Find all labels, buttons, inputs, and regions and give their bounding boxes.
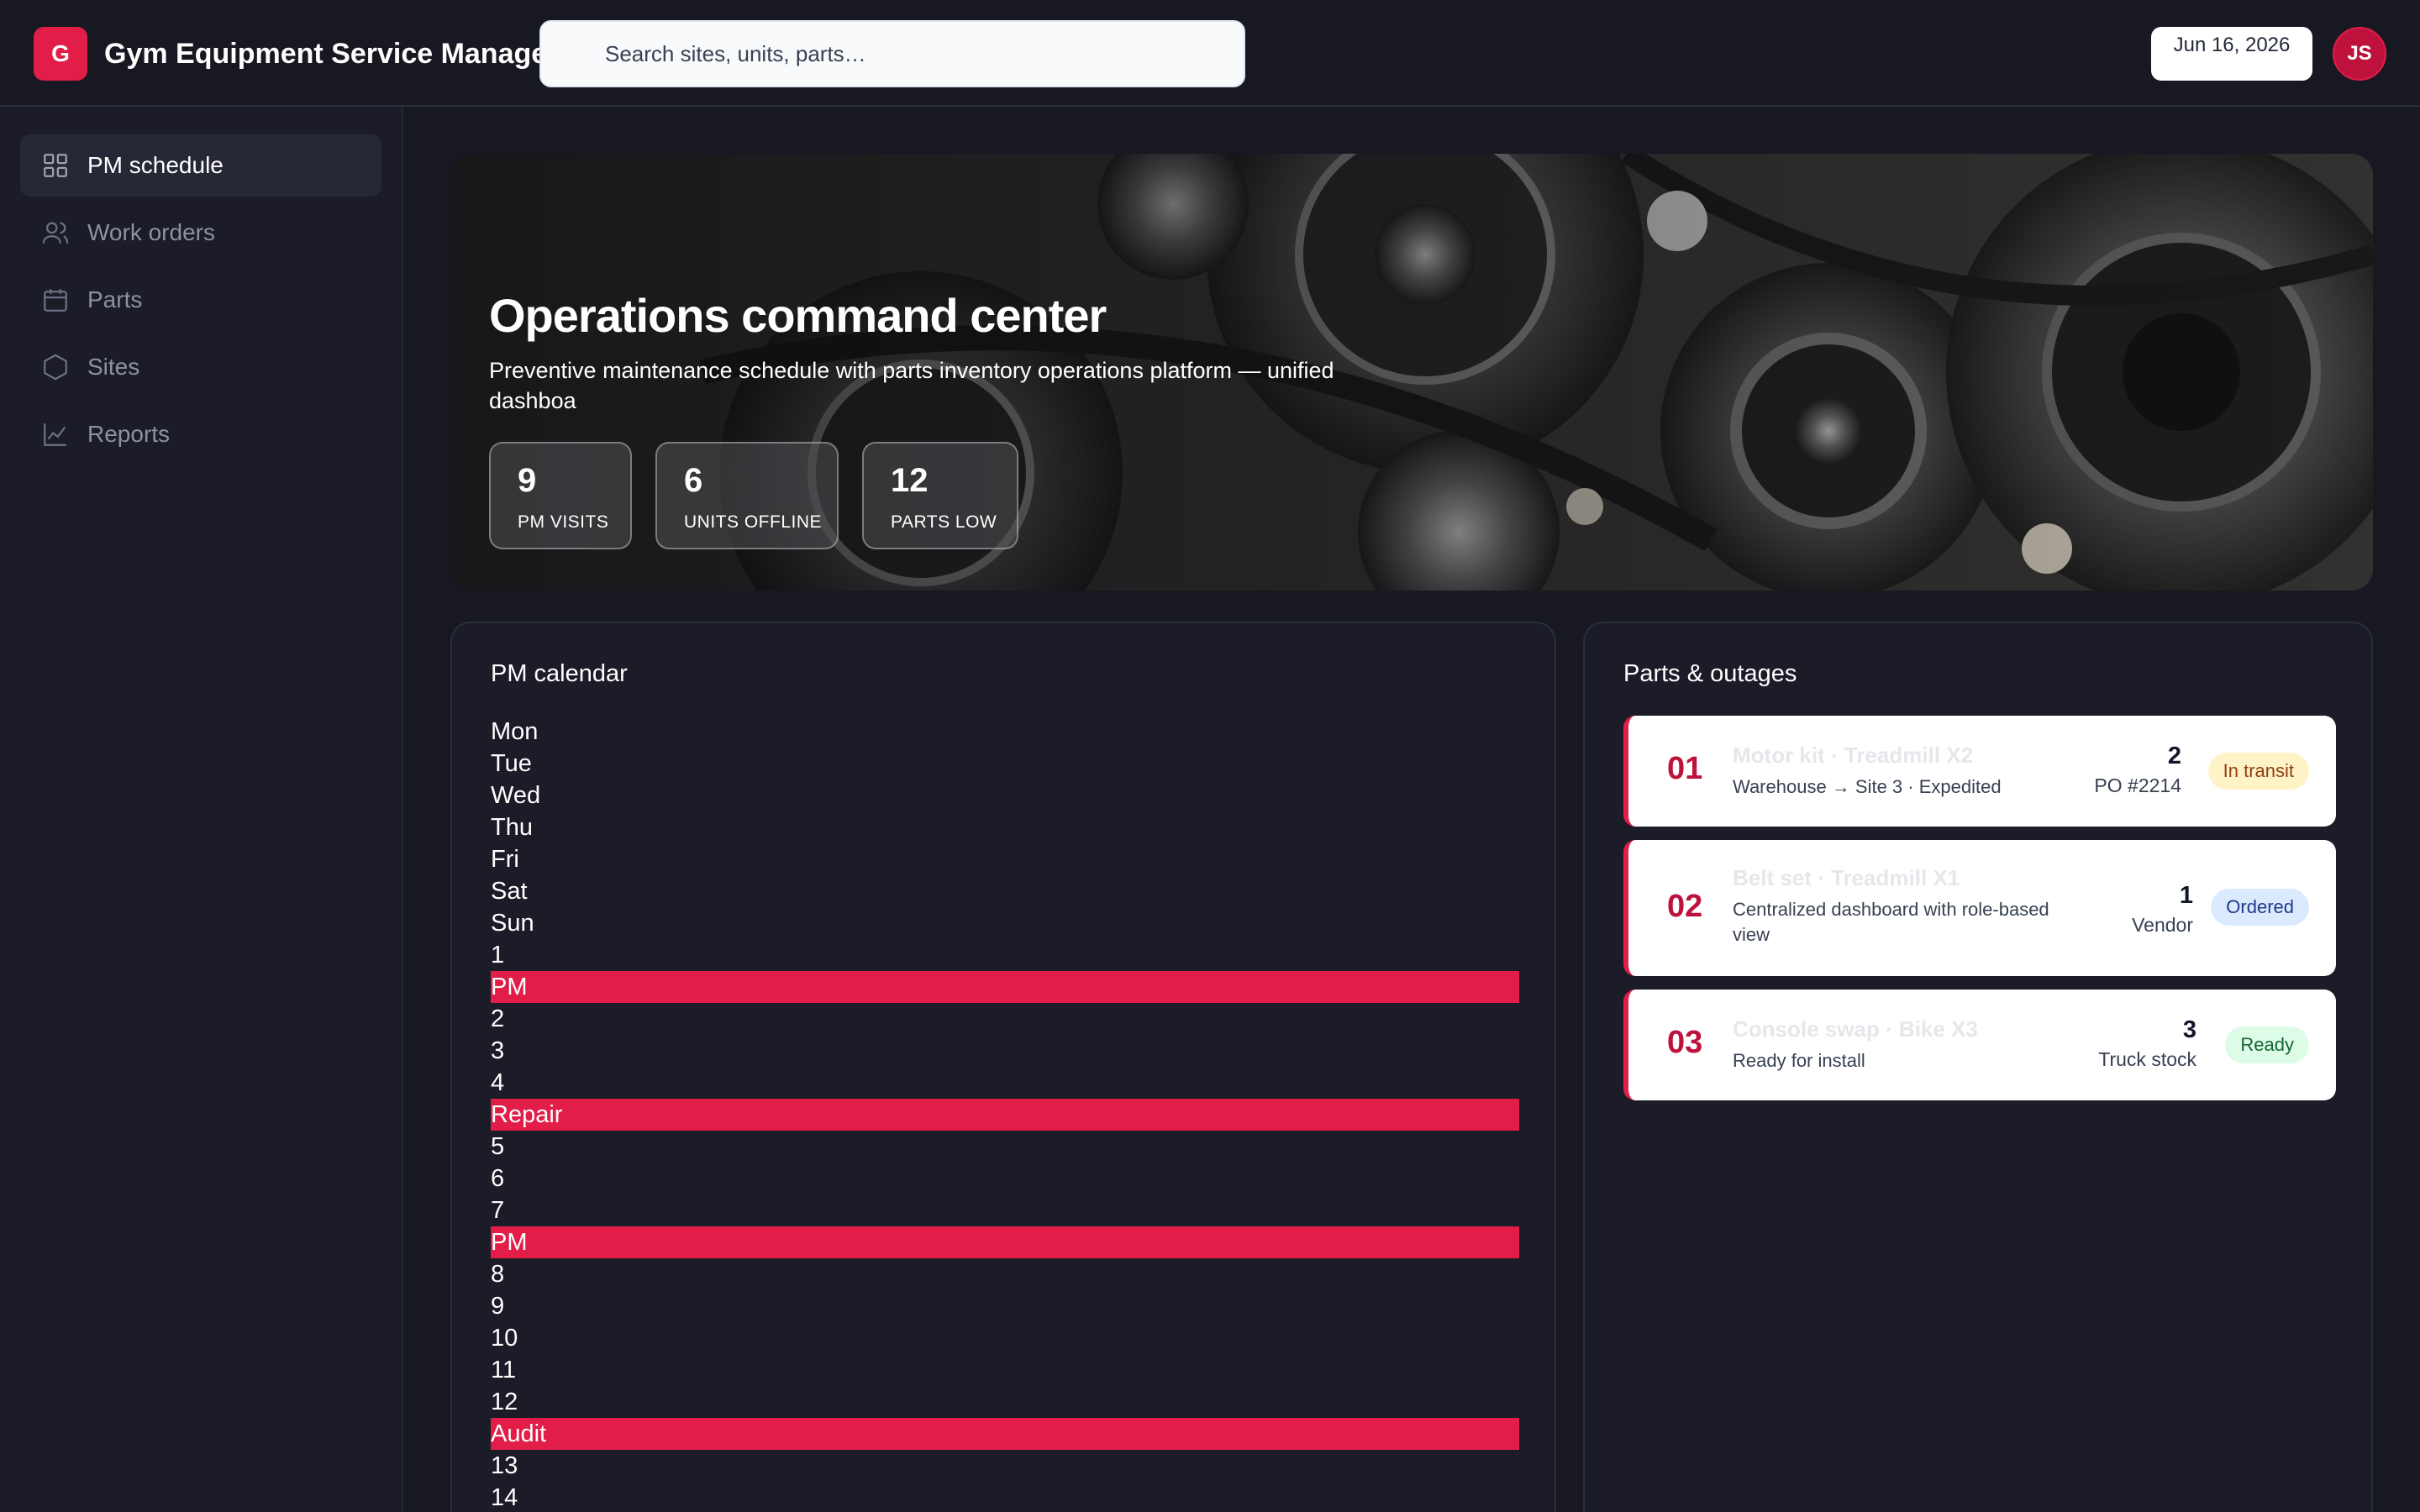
sidebar-item-label: Sites: [87, 354, 140, 380]
calendar-day-label: Fri: [491, 846, 519, 873]
status-badge: Ready: [2225, 1026, 2309, 1063]
part-name: Console swap · Bike X3: [1733, 1016, 1978, 1042]
part-quantity: 1: [2179, 882, 2193, 909]
sidebar-item-label: Parts: [87, 286, 143, 312]
part-row[interactable]: 02 Belt set · Treadmill X1 Centralized d…: [1623, 840, 2336, 976]
sidebar-item-sites[interactable]: Sites: [20, 336, 381, 398]
calendar-day-label: Wed: [491, 782, 541, 809]
stat-pm-visits[interactable]: 9 PM VISITS: [489, 442, 632, 549]
calendar-event[interactable]: Repair: [491, 1099, 1519, 1131]
part-quantity: 3: [2182, 1016, 2196, 1043]
calendar-day-label: Tue: [491, 750, 532, 777]
status-badge: Ordered: [2211, 889, 2309, 926]
sidebar-item-label: PM schedule: [87, 152, 224, 178]
part-description: Centralized dashboard with role-based vi…: [1733, 899, 2049, 945]
stat-units-offline[interactable]: 6 UNITS OFFLINE: [655, 442, 839, 549]
calendar-list: Mon Tue Wed Thu Fri Sat Sun 1 PM 2 3 4 Repair 5 6 7 PM 8 9…: [491, 716, 1519, 1512]
calendar-event[interactable]: PM: [491, 971, 1519, 1003]
calendar-day-label: 11: [491, 1357, 517, 1383]
stat-label: PARTS LOW: [891, 512, 997, 532]
calendar-icon: [40, 285, 71, 315]
card-title: PM calendar: [491, 660, 628, 687]
hero-title: Operations command center: [489, 289, 1107, 342]
stat-label: PM VISITS: [518, 512, 609, 532]
sidebar-item-reports[interactable]: Reports: [20, 403, 381, 465]
part-description: Warehouse → Site 3 · Expedited: [1733, 776, 2002, 797]
part-reference: PO #2214: [2094, 774, 2181, 796]
user-avatar[interactable]: JS: [2333, 27, 2386, 81]
search-input[interactable]: [541, 22, 1244, 86]
calendar-event[interactable]: PM: [491, 1226, 1519, 1258]
calendar-day-label: 12: [491, 1389, 518, 1415]
calendar-day-label: 9: [491, 1293, 505, 1320]
stat-parts-low[interactable]: 12 PARTS LOW: [862, 442, 1018, 549]
part-name: Belt set · Treadmill X1: [1733, 865, 1960, 890]
calendar-day-label: 6: [491, 1165, 505, 1192]
part-row[interactable]: 03 Console swap · Bike X3 Ready for inst…: [1623, 990, 2336, 1100]
calendar-day-label: Sat: [491, 878, 528, 905]
grid-icon: [40, 150, 71, 181]
calendar-day-label: 2: [491, 1005, 505, 1032]
part-index: 03: [1667, 1025, 1703, 1060]
part-reference: Truck stock: [2098, 1048, 2196, 1070]
calendar-day-label: 7: [491, 1197, 505, 1224]
app-title: Gym Equipment Service Manager: [104, 38, 559, 70]
status-badge: In transit: [2207, 753, 2309, 790]
chart-icon: [40, 419, 71, 449]
part-description: Ready for install: [1733, 1050, 1865, 1071]
part-name: Motor kit · Treadmill X2: [1733, 743, 1974, 768]
part-reference: Vendor: [2132, 914, 2193, 936]
date-display[interactable]: Jun 16, 2026: [2151, 27, 2312, 81]
sidebar: PM schedule Work orders Parts Sites Repo…: [0, 107, 403, 1512]
calendar-day-label: 14: [491, 1484, 518, 1511]
parts-outages-card: Parts & outages 01 Motor kit · Treadmill…: [1583, 622, 2373, 1512]
sidebar-item-work-orders[interactable]: Work orders: [20, 202, 381, 264]
pm-calendar-card: PM calendar Mon Tue Wed Thu Fri Sat Sun 1 PM 2 3 4 R…: [450, 622, 1556, 1512]
part-index: 02: [1667, 889, 1703, 924]
hero-subtitle: Preventive maintenance schedule with par…: [489, 358, 1334, 413]
sidebar-item-label: Reports: [87, 421, 171, 447]
part-row[interactable]: 01 Motor kit · Treadmill X2 Warehouse → …: [1623, 716, 2336, 827]
calendar-day-label: 8: [491, 1261, 505, 1288]
calendar-day-label: 10: [491, 1325, 518, 1352]
stat-value: 9: [518, 462, 537, 499]
sidebar-item-pm-schedule[interactable]: PM schedule: [20, 134, 381, 197]
search-box[interactable]: [539, 20, 1245, 87]
sidebar-item-parts[interactable]: Parts: [20, 269, 381, 331]
part-quantity: 2: [2167, 743, 2181, 769]
calendar-day-label: Mon: [491, 718, 539, 745]
stat-value: 12: [891, 462, 929, 499]
card-title: Parts & outages: [1623, 660, 1797, 687]
sidebar-item-label: Work orders: [87, 219, 215, 245]
calendar-day-label: 1: [491, 942, 505, 969]
hexagon-icon: [40, 352, 71, 382]
calendar-day-label: Thu: [491, 814, 533, 841]
stat-label: UNITS OFFLINE: [684, 512, 823, 532]
calendar-day-label: Sun: [491, 910, 534, 937]
calendar-day-label: 13: [491, 1452, 518, 1479]
calendar-event[interactable]: Audit: [491, 1418, 1519, 1450]
users-icon: [40, 218, 71, 248]
part-index: 01: [1667, 751, 1703, 786]
calendar-day-label: 3: [491, 1037, 505, 1064]
hero-banner: Operations command center Preventive mai…: [450, 154, 2373, 591]
app-logo[interactable]: G: [34, 27, 87, 81]
top-bar: G Gym Equipment Service Manager Jun 16, …: [0, 0, 2420, 107]
stat-value: 6: [684, 462, 703, 499]
calendar-day-label: 5: [491, 1133, 505, 1160]
calendar-day-label: 4: [491, 1069, 505, 1096]
